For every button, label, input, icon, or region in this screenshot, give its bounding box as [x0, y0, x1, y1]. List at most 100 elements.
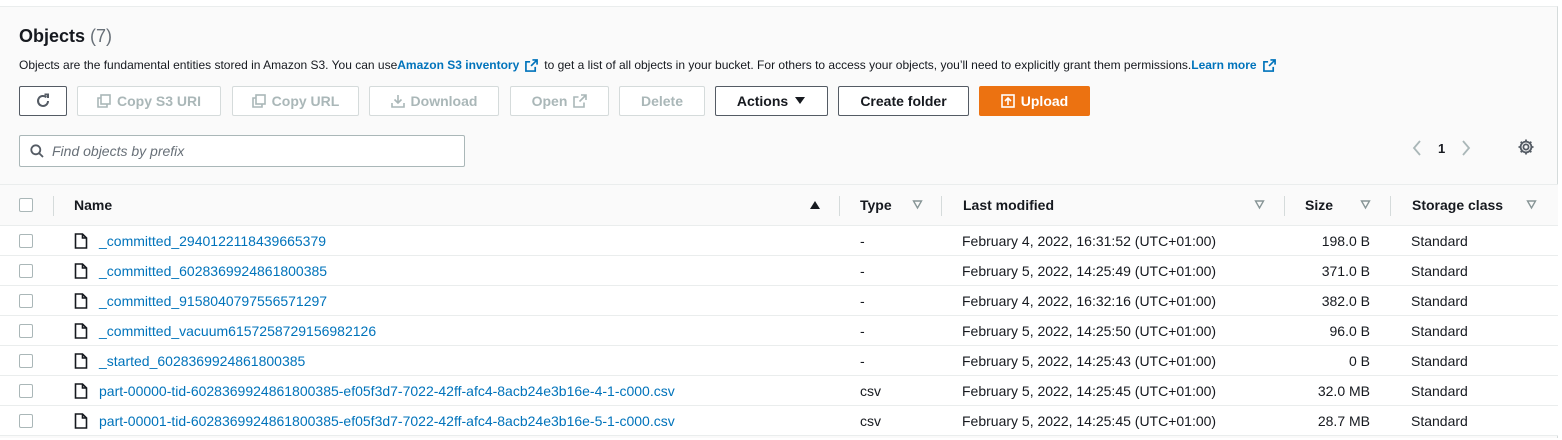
copy-s3-uri-button[interactable]: Copy S3 URI [77, 86, 221, 116]
sort-ascending-icon[interactable] [809, 199, 821, 211]
type-cell: - [860, 323, 865, 339]
table-row: _committed_2940122118439665379 - Februar… [0, 226, 1558, 256]
external-link-icon [573, 94, 588, 108]
name-cell: part-00001-tid-6028369924861800385-ef05f… [74, 406, 675, 436]
column-header-type[interactable]: Type [860, 185, 892, 225]
size-cell: 32.0 MB [1317, 383, 1370, 399]
pagination: 1 [1412, 136, 1471, 160]
object-link[interactable]: _committed_vacuum6157258729156982126 [99, 323, 376, 339]
name-cell: _committed_9158040797556571297 [74, 286, 327, 316]
row-checkbox[interactable] [19, 354, 33, 368]
column-divider [53, 196, 54, 216]
object-link[interactable]: part-00001-tid-6028369924861800385-ef05f… [99, 413, 675, 429]
storage-class-cell: Standard [1411, 233, 1468, 249]
page-title: Objects (7) [19, 26, 113, 46]
table-row: _started_6028369924861800385 - February … [0, 346, 1558, 376]
object-link[interactable]: _committed_9158040797556571297 [99, 293, 327, 309]
select-all-checkbox[interactable] [19, 198, 33, 212]
sort-icon[interactable] [1254, 199, 1265, 210]
object-link[interactable]: _committed_2940122118439665379 [99, 233, 326, 249]
last-modified-cell: February 5, 2022, 14:25:45 (UTC+01:00) [962, 413, 1217, 429]
search-input[interactable] [52, 143, 452, 159]
name-cell: _committed_6028369924861800385 [74, 256, 327, 286]
storage-class-cell: Standard [1411, 383, 1468, 399]
name-cell: _started_6028369924861800385 [74, 346, 305, 376]
row-checkbox[interactable] [19, 264, 33, 278]
delete-button[interactable]: Delete [619, 86, 705, 116]
file-icon [74, 293, 88, 309]
download-button[interactable]: Download [369, 86, 499, 116]
type-cell: - [860, 233, 865, 249]
file-icon [74, 323, 88, 339]
row-checkbox[interactable] [19, 234, 33, 248]
size-cell: 28.7 MB [1317, 413, 1370, 429]
last-modified-cell: February 4, 2022, 16:31:52 (UTC+01:00) [962, 233, 1217, 249]
row-checkbox[interactable] [19, 324, 33, 338]
row-checkbox[interactable] [19, 414, 33, 428]
learn-more-link[interactable]: Learn more [1191, 58, 1256, 72]
column-header-last-modified[interactable]: Last modified [963, 185, 1054, 225]
page-number[interactable]: 1 [1438, 141, 1445, 156]
chevron-right-icon[interactable] [1461, 140, 1471, 156]
name-cell: _committed_vacuum6157258729156982126 [74, 316, 376, 346]
table-row: _committed_vacuum6157258729156982126 - F… [0, 316, 1558, 346]
chevron-left-icon[interactable] [1412, 140, 1422, 156]
objects-description: Objects are the fundamental entities sto… [19, 58, 1282, 72]
last-modified-cell: February 5, 2022, 14:25:43 (UTC+01:00) [962, 353, 1217, 369]
caret-down-icon [795, 97, 806, 104]
objects-table: Name Type Last modified Size Storage cla… [0, 184, 1558, 436]
column-divider [839, 196, 840, 216]
file-icon [74, 353, 88, 369]
column-header-name[interactable]: Name [74, 185, 112, 225]
column-header-size[interactable]: Size [1305, 185, 1333, 225]
create-folder-button[interactable]: Create folder [838, 86, 969, 116]
storage-class-cell: Standard [1411, 413, 1468, 429]
storage-class-cell: Standard [1411, 353, 1468, 369]
row-checkbox[interactable] [19, 384, 33, 398]
external-link-icon [525, 58, 539, 72]
refresh-button[interactable] [19, 86, 67, 116]
type-cell: csv [860, 413, 881, 429]
last-modified-cell: February 5, 2022, 14:25:49 (UTC+01:00) [962, 263, 1217, 279]
copy-icon [97, 94, 111, 108]
type-cell: - [860, 263, 865, 279]
search-box[interactable] [19, 135, 465, 167]
size-cell: 371.0 B [1321, 263, 1370, 279]
download-icon [390, 95, 405, 108]
object-link[interactable]: _committed_6028369924861800385 [99, 263, 327, 279]
settings-button[interactable] [1517, 138, 1535, 159]
upload-button[interactable]: Upload [979, 86, 1090, 116]
gear-icon [1518, 139, 1534, 155]
open-button[interactable]: Open [510, 86, 609, 116]
table-row: _committed_6028369924861800385 - Februar… [0, 256, 1558, 286]
row-checkbox[interactable] [19, 294, 33, 308]
last-modified-cell: February 5, 2022, 14:25:50 (UTC+01:00) [962, 323, 1217, 339]
object-link[interactable]: _started_6028369924861800385 [99, 353, 305, 369]
actions-dropdown[interactable]: Actions [715, 86, 828, 116]
table-body: _committed_2940122118439665379 - Februar… [0, 226, 1558, 436]
column-divider [1390, 196, 1391, 216]
file-icon [74, 383, 88, 399]
sort-icon[interactable] [912, 199, 923, 210]
file-icon [74, 233, 88, 249]
last-modified-cell: February 5, 2022, 14:25:45 (UTC+01:00) [962, 383, 1217, 399]
upload-icon [1000, 94, 1015, 108]
size-cell: 198.0 B [1321, 233, 1370, 249]
type-cell: - [860, 293, 865, 309]
storage-class-cell: Standard [1411, 293, 1468, 309]
table-header: Name Type Last modified Size Storage cla… [0, 184, 1558, 226]
sort-icon[interactable] [1360, 199, 1371, 210]
copy-icon [251, 94, 266, 108]
refresh-icon [37, 93, 49, 107]
type-cell: - [860, 353, 865, 369]
inventory-link[interactable]: Amazon S3 inventory [397, 58, 519, 72]
sort-icon[interactable] [1526, 199, 1537, 210]
name-cell: _committed_2940122118439665379 [74, 226, 326, 256]
object-link[interactable]: part-00000-tid-6028369924861800385-ef05f… [99, 383, 675, 399]
column-header-storage-class[interactable]: Storage class [1412, 185, 1503, 225]
external-link-icon [1262, 58, 1276, 72]
storage-class-cell: Standard [1411, 263, 1468, 279]
column-divider [1284, 196, 1285, 216]
copy-url-button[interactable]: Copy URL [232, 86, 359, 116]
column-divider [941, 196, 942, 216]
